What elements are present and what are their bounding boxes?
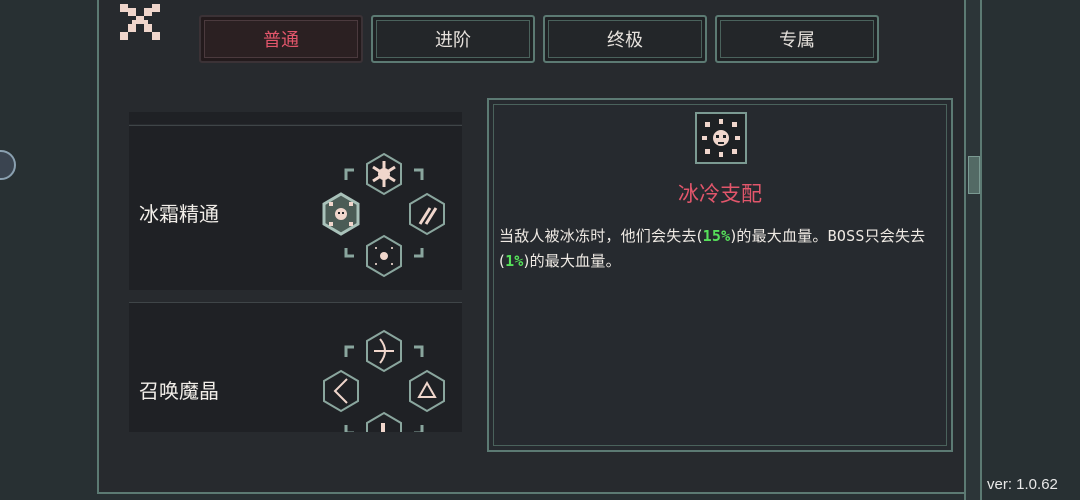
skull-snowflake-icon <box>322 192 360 236</box>
tab-ultimate[interactable]: 终极 <box>543 15 707 63</box>
close-button[interactable] <box>120 4 160 40</box>
skill-detail-title: 冰冷支配 <box>678 182 762 206</box>
tab-label: 普通 <box>263 30 299 51</box>
skill-detail-icon-frame <box>695 112 747 164</box>
crystal-icon <box>366 411 402 432</box>
desc-text: )的最大血量。 <box>523 252 621 270</box>
feather-icon <box>409 192 445 236</box>
skill-tree-graphic <box>322 152 445 278</box>
skill-tree-graphic <box>323 329 445 432</box>
skill-item-name: 冰霜精通 <box>139 202 219 226</box>
tab-normal[interactable]: 普通 <box>199 15 363 63</box>
scrollbar-thumb[interactable] <box>968 156 980 194</box>
desc-value-highlight: 1% <box>505 252 524 270</box>
tab-label: 专属 <box>779 30 815 51</box>
tab-label: 进阶 <box>435 30 471 51</box>
tab-exclusive[interactable]: 专属 <box>715 15 879 63</box>
frost-orb-icon <box>366 234 402 278</box>
list-item-top-edge <box>129 112 462 124</box>
skill-item-name: 召唤魔晶 <box>139 379 219 403</box>
bow-icon <box>366 329 402 373</box>
skull-snowflake-icon <box>702 119 740 157</box>
skill-item-frost-mastery[interactable]: 冰霜精通 <box>129 125 462 290</box>
skill-detail-description: 当敌人被冰冻时，他们会失去(15%)的最大血量。BOSS只会失去(1%)的最大血… <box>499 224 945 274</box>
version-label: ver: 1.0.62 <box>987 476 1058 493</box>
close-icon <box>120 4 160 40</box>
skill-list[interactable]: 冰霜精通 召唤魔晶 <box>129 112 462 432</box>
side-handle[interactable] <box>0 150 16 180</box>
snowflake-icon <box>366 152 402 196</box>
skill-detail-panel: 冰冷支配 当敌人被冰冻时，他们会失去(15%)的最大血量。BOSS只会失去(1%… <box>487 98 953 452</box>
tab-advanced[interactable]: 进阶 <box>371 15 535 63</box>
desc-text: )的最大血量。 <box>730 227 828 245</box>
skill-item-summon-crystal[interactable]: 召唤魔晶 <box>129 302 462 432</box>
tab-label: 终极 <box>607 30 643 51</box>
desc-text: 当敌人被冰冻时，他们会失去( <box>499 227 703 245</box>
scrollbar-track[interactable] <box>964 0 982 500</box>
desc-text-boss: BOSS <box>827 227 865 245</box>
bow-icon <box>323 369 359 413</box>
desc-value-highlight: 15% <box>702 227 731 245</box>
prism-icon <box>409 369 445 413</box>
